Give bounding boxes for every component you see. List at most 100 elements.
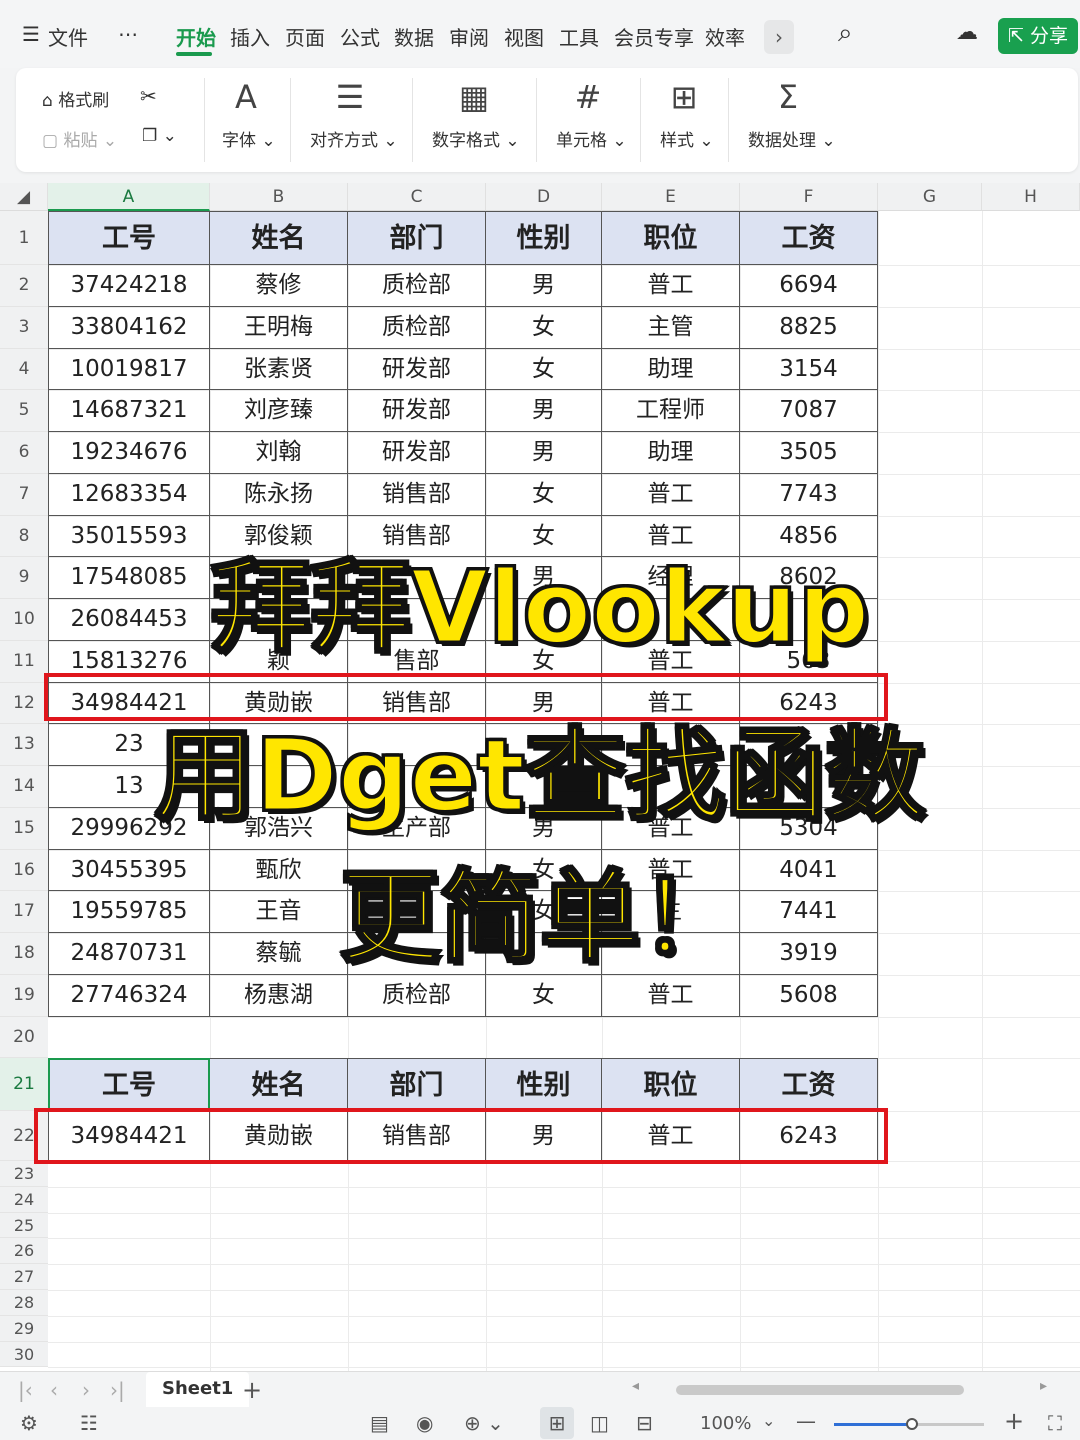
eye-icon[interactable]: ◉ [416,1411,433,1435]
row-header-4[interactable]: 4 [0,348,48,391]
chevron-right-icon[interactable]: › [764,20,794,54]
table-header-cell[interactable]: 职位 [602,211,740,265]
column-header-f[interactable]: F [740,183,878,211]
column-header-h[interactable]: H [982,183,1080,211]
table-cell[interactable]: 7087 [740,390,878,432]
table-cell[interactable]: 销售部 [348,473,486,516]
tab-member[interactable]: 会员专享 [614,22,694,51]
zoom-slider-thumb[interactable] [906,1418,918,1430]
cell-icon[interactable]: # [558,78,618,116]
table-cell[interactable]: 普工 [602,265,740,307]
lookup-header-cell[interactable]: 部门 [348,1058,486,1111]
last-sheet-icon[interactable]: ›| [110,1378,125,1402]
first-sheet-icon[interactable]: |‹ [18,1378,33,1402]
normal-view-icon[interactable]: ⊞ [540,1407,574,1439]
tab-insert[interactable]: 插入 [230,22,270,51]
table-header-cell[interactable]: 部门 [348,211,486,265]
table-cell[interactable]: 3154 [740,348,878,391]
scroll-right-icon[interactable]: ▸ [1040,1378,1047,1394]
tab-home[interactable]: 开始 [176,22,216,51]
column-header-c[interactable]: C [348,183,486,211]
table-cell[interactable]: 普工 [602,473,740,516]
table-cell[interactable]: 刘翰 [210,432,348,474]
row-header-21[interactable]: 21 [0,1058,48,1111]
row-header-27[interactable]: 27 [0,1264,48,1290]
row-header-5[interactable]: 5 [0,390,48,432]
tab-efficiency[interactable]: 效率 [705,22,745,51]
tab-tools[interactable]: 工具 [559,22,599,51]
row-header-7[interactable]: 7 [0,473,48,516]
font-button[interactable]: 字体 ⌄ [222,126,276,151]
scroll-left-icon[interactable]: ◂ [632,1378,639,1394]
row-header-1[interactable]: 1 [0,211,48,265]
table-cell[interactable]: 10019817 [48,348,210,391]
table-cell[interactable]: 研发部 [348,432,486,474]
table-cell[interactable]: 研发部 [348,390,486,432]
tab-view[interactable]: 视图 [504,22,544,51]
data-process-button[interactable]: 数据处理 ⌄ [748,126,836,151]
freeze-icon[interactable]: ⊕ ⌄ [464,1411,504,1435]
column-header-d[interactable]: D [486,183,602,211]
table-cell[interactable]: 女 [486,473,602,516]
row-header-19[interactable]: 19 [0,974,48,1017]
column-header-e[interactable]: E [602,183,740,211]
table-header-cell[interactable]: 工资 [740,211,878,265]
table-cell[interactable]: 6694 [740,265,878,307]
table-cell[interactable]: 刘彦臻 [210,390,348,432]
table-cell[interactable]: 男 [486,390,602,432]
table-cell[interactable]: 女 [486,974,602,1017]
more-menu[interactable]: ⋯ [118,22,138,46]
table-cell[interactable]: 质检部 [348,265,486,307]
cell-button[interactable]: 单元格 ⌄ [556,126,627,151]
table-cell[interactable]: 27746324 [48,974,210,1017]
row-header-2[interactable]: 2 [0,265,48,307]
lookup-header-cell[interactable]: 姓名 [210,1058,348,1111]
row-header-6[interactable]: 6 [0,432,48,474]
table-cell[interactable]: 工程师 [602,390,740,432]
hamburger-icon[interactable]: ☰ [22,22,40,46]
row-header-24[interactable]: 24 [0,1186,48,1213]
style-button[interactable]: 样式 ⌄ [660,126,714,151]
tab-formula[interactable]: 公式 [340,22,380,51]
table-header-cell[interactable]: 性别 [486,211,602,265]
table-cell[interactable]: 女 [486,306,602,349]
tab-data[interactable]: 数据 [394,22,434,51]
page-break-icon[interactable]: ⊟ [636,1411,653,1435]
search-icon[interactable]: ⌕ [838,18,853,49]
font-icon[interactable]: A [216,78,276,116]
zoom-level[interactable]: 100% [700,1413,751,1434]
sum-icon[interactable]: Σ [758,78,818,116]
zoom-in-button[interactable]: + [1004,1407,1024,1435]
table-cell[interactable]: 质检部 [348,974,486,1017]
zoom-slider-track[interactable] [834,1418,984,1430]
table-cell[interactable]: 陈永扬 [210,473,348,516]
row-header-20[interactable]: 20 [0,1016,48,1058]
tab-review[interactable]: 审阅 [449,22,489,51]
table-cell[interactable]: 37424218 [48,265,210,307]
table-cell[interactable]: 3505 [740,432,878,474]
table-cell[interactable]: 主管 [602,306,740,349]
add-sheet-button[interactable]: + [242,1376,262,1404]
table-cell[interactable]: 男 [486,432,602,474]
row-header-28[interactable]: 28 [0,1290,48,1316]
file-menu[interactable]: 文件 [48,22,88,51]
table-style-icon[interactable]: ▤ [370,1411,389,1435]
page-layout-icon[interactable]: ◫ [590,1411,609,1435]
style-icon[interactable]: ⊞ [654,78,714,116]
copy-icon[interactable]: ❐ ⌄ [142,126,177,146]
row-header-3[interactable]: 3 [0,306,48,349]
tab-page[interactable]: 页面 [285,22,325,51]
macro-icon[interactable]: ⚙ [20,1411,38,1435]
lookup-header-cell[interactable]: 性别 [486,1058,602,1111]
table-cell[interactable]: 杨惠湖 [210,974,348,1017]
zoom-dropdown-icon[interactable]: ⌄ [762,1411,775,1430]
table-cell[interactable]: 14687321 [48,390,210,432]
table-header-cell[interactable]: 工号 [48,211,210,265]
select-all-corner[interactable]: ◢ [0,183,48,211]
column-header-g[interactable]: G [878,183,982,211]
fullscreen-icon[interactable]: ⛶ [1048,1411,1062,1435]
row-header-26[interactable]: 26 [0,1238,48,1265]
table-cell[interactable]: 8825 [740,306,878,349]
row-header-23[interactable]: 23 [0,1161,48,1187]
table-cell[interactable]: 王明梅 [210,306,348,349]
